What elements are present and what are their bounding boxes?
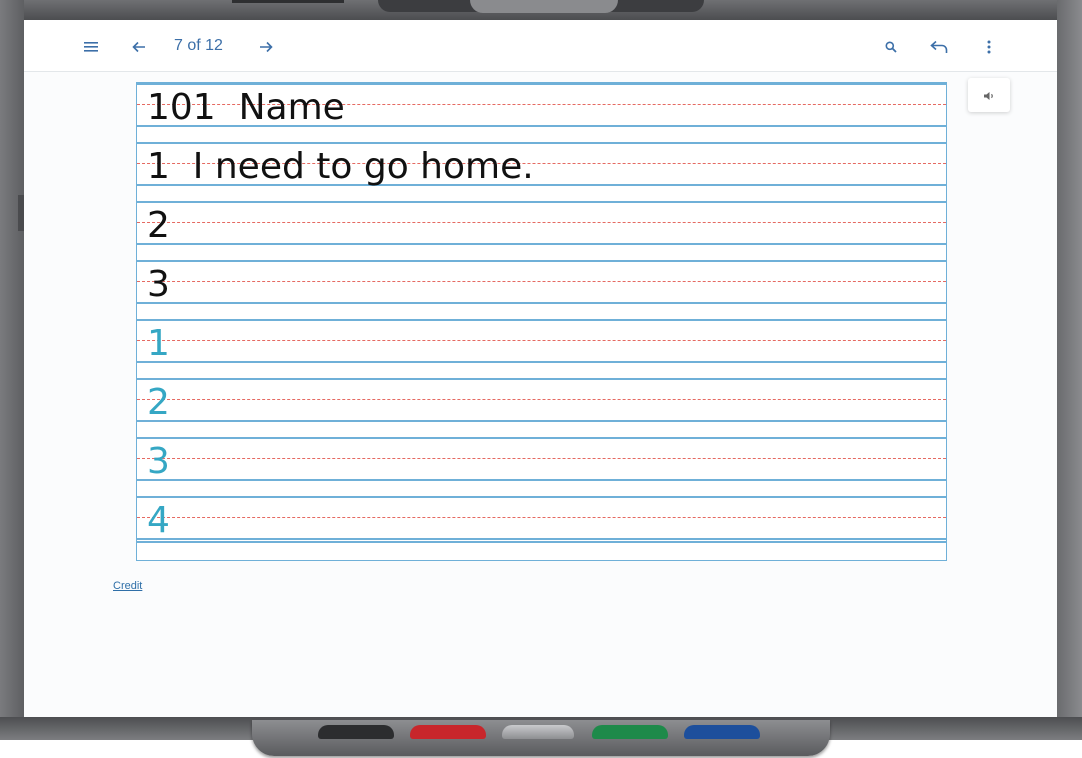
top-rule: [137, 496, 946, 498]
worksheet-row-text: 4: [147, 500, 170, 541]
speaker-icon: [984, 91, 993, 100]
worksheet-row-text: 1 I need to go home.: [147, 146, 534, 187]
credit-link[interactable]: Credit: [113, 580, 142, 592]
handwriting-paper: 101 Name 1 I need to go home. 2 3 1 2 3 4: [136, 82, 947, 561]
baseline-rule: [137, 361, 946, 363]
red-marker[interactable]: [410, 725, 486, 739]
top-rule: [137, 142, 946, 144]
midline-rule: [137, 399, 946, 400]
board-frame-right: [1057, 0, 1082, 740]
reply-icon[interactable]: [926, 34, 952, 58]
screen: 7 of 12 101 Name 1 I need to go home. 2 …: [24, 20, 1057, 717]
baseline-rule: [137, 538, 946, 540]
audio-button[interactable]: [968, 78, 1010, 112]
arrow-left-icon[interactable]: [128, 34, 150, 58]
page-indicator: 7 of 12: [174, 37, 223, 54]
reader-toolbar: 7 of 12: [24, 20, 1057, 72]
worksheet-row-text: 3: [147, 441, 170, 482]
worksheet-row-text: 1: [147, 323, 170, 364]
more-vertical-icon[interactable]: [979, 34, 999, 58]
baseline-rule: [137, 302, 946, 304]
worksheet-row-text: 101 Name: [147, 87, 345, 128]
worksheet-row-text: 3: [147, 264, 170, 305]
board-frame-left: [0, 0, 24, 740]
midline-rule: [137, 222, 946, 223]
board-camera-bump: [470, 0, 618, 13]
bottom-rule: [137, 541, 946, 543]
black-marker[interactable]: [318, 725, 394, 739]
midline-rule: [137, 458, 946, 459]
menu-icon[interactable]: [80, 34, 102, 58]
top-rule: [137, 260, 946, 262]
top-rule: [137, 201, 946, 203]
midline-rule: [137, 340, 946, 341]
green-marker[interactable]: [592, 725, 668, 739]
top-rule: [137, 319, 946, 321]
top-rule: [137, 378, 946, 380]
top-rule: [137, 83, 946, 85]
blue-marker[interactable]: [684, 725, 760, 739]
baseline-rule: [137, 420, 946, 422]
baseline-rule: [137, 479, 946, 481]
eraser[interactable]: [502, 725, 574, 739]
worksheet-row-text: 2: [147, 205, 170, 246]
midline-rule: [137, 517, 946, 518]
midline-rule: [137, 281, 946, 282]
top-rule: [137, 437, 946, 439]
search-icon[interactable]: [880, 34, 902, 58]
worksheet-row-text: 2: [147, 382, 170, 423]
board-frame-slot: [232, 0, 344, 3]
arrow-right-icon[interactable]: [255, 34, 277, 58]
baseline-rule: [137, 243, 946, 245]
